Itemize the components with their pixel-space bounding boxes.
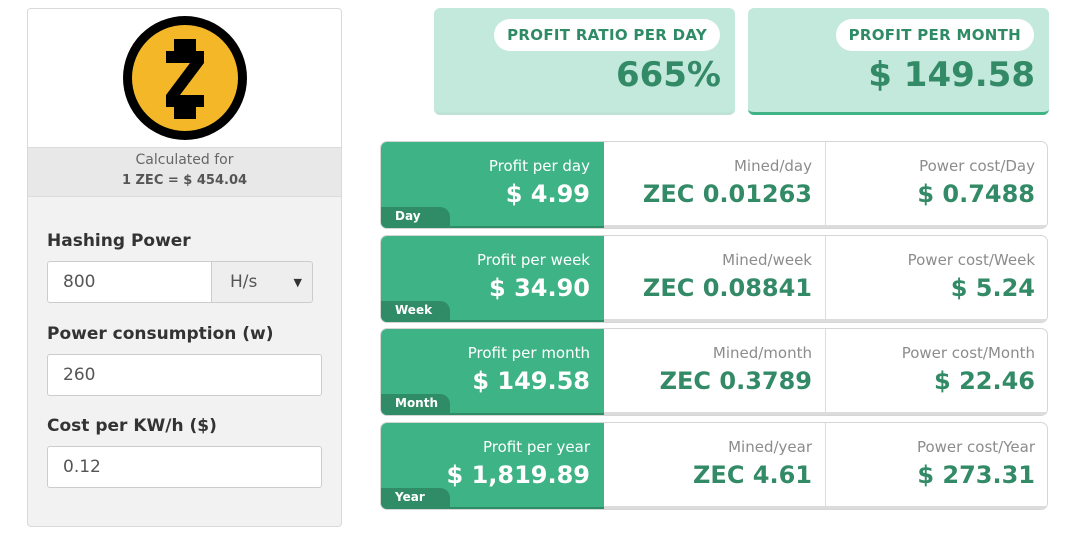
power-cost-cell: Power cost/Week $ 5.24 (826, 236, 1047, 321)
calculator-panel: Calculated for 1 ZEC = $ 454.04 Hashing … (27, 8, 342, 527)
period-row-year: Profit per year $ 1,819.89 Year Mined/ye… (380, 422, 1048, 510)
power-cost-label: Power cost/Week (907, 251, 1035, 269)
mined-label: Mined/year (728, 438, 812, 456)
profit-ratio-value: 665% (615, 55, 721, 95)
period-tag: Month (381, 394, 450, 413)
power-cost-label: Power cost/Month (901, 344, 1035, 362)
power-cost-label: Power cost/Year (916, 438, 1035, 456)
mined-cell: Mined/year ZEC 4.61 (604, 423, 826, 508)
zcash-logo-icon (123, 16, 247, 140)
profit-cell: Profit per day $ 4.99 Day (381, 142, 604, 228)
profit-value: $ 34.90 (489, 274, 590, 302)
power-cost-value: $ 273.31 (917, 461, 1035, 489)
mined-value: ZEC 0.01263 (642, 180, 812, 208)
profit-cell: Profit per year $ 1,819.89 Year (381, 423, 604, 509)
mined-label: Mined/month (712, 344, 812, 362)
profit-label: Profit per year (482, 438, 590, 456)
mined-cell: Mined/week ZEC 0.08841 (604, 236, 826, 321)
cost-per-kwh-input[interactable]: 0.12 (47, 446, 322, 488)
exchange-rate-box: Calculated for 1 ZEC = $ 454.04 (28, 148, 341, 197)
mined-value: ZEC 0.3789 (659, 367, 812, 395)
power-cost-cell: Power cost/Month $ 22.46 (826, 329, 1047, 414)
period-tag: Week (381, 301, 450, 320)
period-row-month: Profit per month $ 149.58 Month Mined/mo… (380, 328, 1048, 416)
exchange-rate: 1 ZEC = $ 454.04 (121, 173, 248, 188)
profit-label: Profit per week (477, 251, 590, 269)
mined-value: ZEC 0.08841 (642, 274, 812, 302)
profit-ratio-label: PROFIT RATIO PER DAY (494, 19, 720, 51)
period-tag: Day (381, 207, 450, 226)
profit-label: Profit per month (467, 344, 590, 362)
mined-cell: Mined/month ZEC 0.3789 (604, 329, 826, 414)
power-consumption-input[interactable]: 260 (47, 354, 322, 396)
power-cost-label: Power cost/Day (919, 157, 1035, 175)
mined-label: Mined/week (722, 251, 812, 269)
profit-month-label: PROFIT PER MONTH (835, 19, 1034, 51)
hashing-power-label: Hashing Power (47, 231, 191, 251)
power-cost-value: $ 0.7488 (917, 180, 1035, 208)
profit-value: $ 1,819.89 (446, 461, 590, 489)
calculated-for-label: Calculated for (135, 152, 234, 168)
mined-value: ZEC 4.61 (693, 461, 812, 489)
period-tag: Year (381, 488, 450, 507)
coin-logo-box (28, 9, 341, 148)
profit-label: Profit per day (488, 157, 590, 175)
profit-month-value: $ 149.58 (868, 55, 1035, 95)
power-cost-cell: Power cost/Year $ 273.31 (826, 423, 1047, 508)
mined-cell: Mined/day ZEC 0.01263 (604, 142, 826, 227)
power-cost-cell: Power cost/Day $ 0.7488 (826, 142, 1047, 227)
profit-cell: Profit per week $ 34.90 Week (381, 236, 604, 322)
hashing-unit-select[interactable]: H/s ▼ (211, 261, 313, 303)
mined-label: Mined/day (733, 157, 812, 175)
profit-value: $ 4.99 (505, 180, 590, 208)
cost-per-kwh-label: Cost per KW/h ($) (47, 416, 217, 436)
chevron-down-icon: ▼ (293, 276, 302, 289)
period-row-day: Profit per day $ 4.99 Day Mined/day ZEC … (380, 141, 1048, 229)
profit-ratio-card: PROFIT RATIO PER DAY 665% (434, 8, 735, 115)
period-row-week: Profit per week $ 34.90 Week Mined/week … (380, 235, 1048, 323)
profit-month-card: PROFIT PER MONTH $ 149.58 (748, 8, 1049, 115)
power-cost-value: $ 5.24 (950, 274, 1035, 302)
profit-value: $ 149.58 (472, 367, 590, 395)
power-cost-value: $ 22.46 (934, 367, 1035, 395)
power-consumption-label: Power consumption (w) (47, 324, 274, 344)
hashing-power-input[interactable]: 800 (47, 261, 212, 303)
hashing-unit-value: H/s (230, 272, 258, 292)
profit-cell: Profit per month $ 149.58 Month (381, 329, 604, 415)
